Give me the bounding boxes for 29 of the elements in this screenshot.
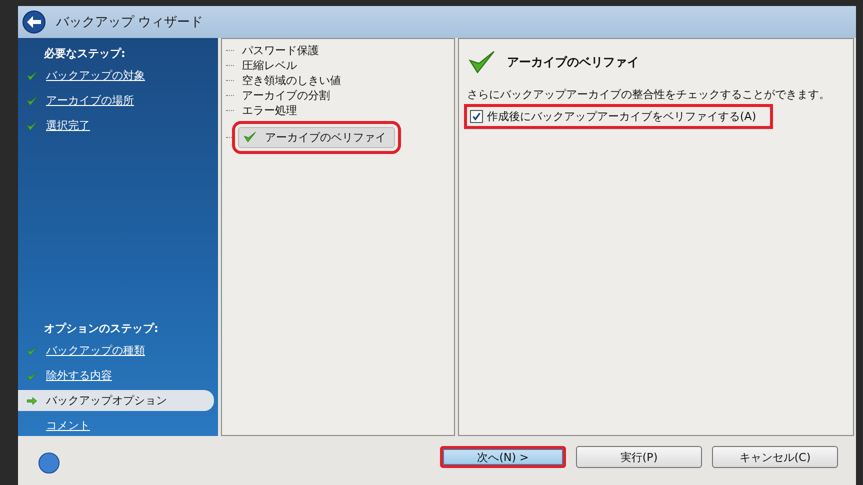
step-link[interactable]: バックアップの種類 — [18, 340, 214, 361]
check-icon — [243, 130, 257, 144]
wizard-button[interactable]: 次へ(N) > — [440, 446, 566, 468]
description-text: さらにバックアップアーカイブの整合性をチェックすることができます。 — [467, 87, 831, 102]
check-icon — [26, 120, 38, 132]
tree-item[interactable]: エラー処理 — [238, 103, 301, 118]
tree-item[interactable]: パスワード保護 — [238, 43, 323, 58]
tree-item[interactable]: 圧縮レベル — [238, 58, 301, 73]
wizard-button[interactable]: キャンセル(C) — [712, 446, 838, 468]
checkmark-icon — [471, 111, 482, 122]
section-heading: オプションのステップ: — [43, 321, 160, 337]
tree-item[interactable]: アーカイブの分割 — [238, 88, 334, 103]
arrow-icon — [26, 394, 38, 406]
check-icon — [26, 344, 38, 356]
step-link[interactable]: 除外する内容 — [18, 365, 214, 386]
step-link[interactable]: アーカイブの場所 — [18, 90, 214, 111]
panel-title: アーカイブのベリファイ — [507, 54, 639, 70]
step-link[interactable]: バックアップの対象 — [18, 65, 214, 86]
section-heading: 必要なステップ: — [43, 46, 126, 62]
window-title: バックアップ ウィザード — [56, 14, 204, 31]
wizard-button[interactable]: 実行(P) — [576, 446, 702, 468]
check-icon — [26, 94, 38, 106]
check-icon — [26, 370, 38, 382]
step-link[interactable]: コメント — [18, 415, 214, 436]
check-icon — [26, 70, 38, 82]
step-link[interactable]: 選択完了 — [18, 115, 214, 136]
verify-checkbox[interactable]: 作成後にバックアップアーカイブをベリファイする(A) — [467, 107, 770, 126]
tree-item[interactable]: 空き領域のしきい値 — [238, 73, 345, 88]
current-step[interactable]: バックアップオプション — [18, 390, 214, 411]
